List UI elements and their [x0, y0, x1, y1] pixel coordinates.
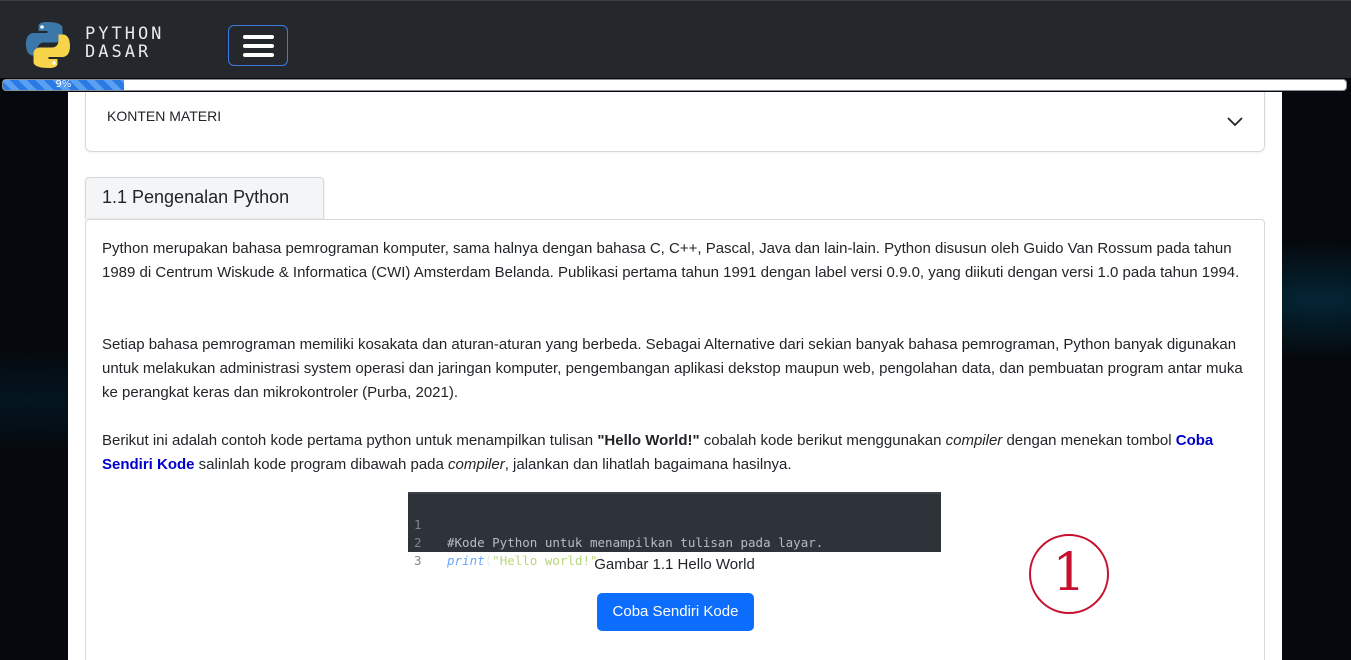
- brand-line-1: PYTHON: [85, 24, 165, 44]
- text: dengan menekan tombol: [1002, 432, 1176, 449]
- text: , jalankan dan lihatlah bagaimana hasiln…: [504, 456, 792, 473]
- paragraph-intro: Python merupakan bahasa pemrograman komp…: [102, 240, 1240, 281]
- progress-label: 9%: [55, 79, 72, 90]
- tab-pengenalan-python[interactable]: 1.1 Pengenalan Python: [85, 177, 324, 218]
- annotation-marker: 1: [1029, 534, 1109, 614]
- content-accordion[interactable]: KONTEN MATERI: [85, 92, 1265, 152]
- text: salinlah kode program dibawah pada: [194, 456, 449, 473]
- code-image: 1 #Kode Python untuk menampilkan tulisan…: [408, 492, 941, 568]
- brand-line-2: DASAR: [85, 42, 152, 62]
- code-line-1: 1 #Kode Python untuk menampilkan tulisan…: [408, 498, 941, 550]
- code-line-3: 3: [408, 534, 941, 568]
- hello-world-bold: "Hello World!": [597, 432, 700, 449]
- hamburger-menu-icon: [243, 35, 274, 39]
- chevron-down-icon[interactable]: [1226, 112, 1244, 130]
- brand-name[interactable]: PYTHON DASAR: [85, 25, 164, 61]
- hamburger-menu-icon: [243, 53, 274, 57]
- python-logo-icon[interactable]: [23, 20, 73, 70]
- navbar: PYTHON DASAR: [0, 0, 1351, 78]
- compiler-italic: compiler: [945, 432, 1003, 449]
- paragraph-usage: Setiap bahasa pemrograman memiliki kosak…: [102, 336, 1243, 401]
- figure-caption: Gambar 1.1 Hello World: [594, 556, 755, 573]
- code-line-2: 2 print("Hello world!"): [408, 516, 941, 568]
- accordion-title: KONTEN MATERI: [107, 108, 222, 124]
- text: cobalah kode berikut menggunakan: [699, 432, 946, 449]
- compiler-italic: compiler: [448, 456, 505, 473]
- tab-label: 1.1 Pengenalan Python: [102, 187, 290, 207]
- try-code-button[interactable]: Coba Sendiri Kode: [597, 593, 754, 631]
- hamburger-menu-icon: [243, 44, 274, 48]
- reading-progress-bar: 9%: [2, 79, 1347, 91]
- menu-toggle-button[interactable]: [228, 25, 288, 66]
- text: Berikut ini adalah contoh kode pertama p…: [102, 432, 598, 449]
- paragraph-instructions: Berikut ini adalah contoh kode pertama p…: [102, 429, 1252, 477]
